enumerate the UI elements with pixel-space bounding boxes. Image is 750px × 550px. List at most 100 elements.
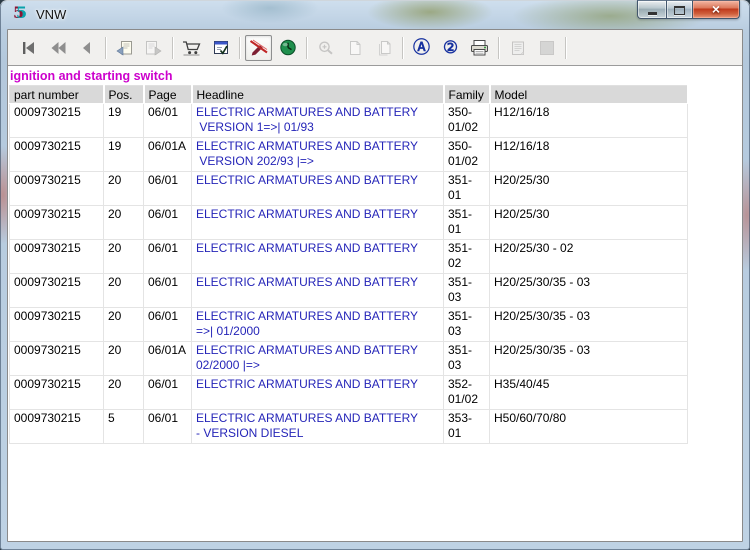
printer-icon bbox=[469, 39, 490, 56]
part-number-cell: 0009730215 bbox=[9, 409, 104, 444]
printer-button[interactable] bbox=[466, 35, 493, 61]
circled-2-button[interactable]: ② bbox=[437, 35, 464, 61]
zoom-in-button bbox=[312, 35, 339, 61]
table-row: 0009730215 20 06/01 ELECTRIC ARMATURES AND … bbox=[9, 273, 688, 308]
part-number-cell: 0009730215 bbox=[9, 137, 104, 172]
part-number-cell: 0009730215 bbox=[9, 103, 104, 138]
stop-square-button bbox=[533, 35, 560, 61]
app-window: VNW × Ⓐ ② ignition and starting switch bbox=[0, 0, 750, 550]
section-title: ignition and starting switch bbox=[10, 69, 173, 83]
order-form-button[interactable] bbox=[207, 35, 234, 61]
go-previous-fast-icon bbox=[49, 40, 67, 56]
document-back-icon bbox=[115, 40, 134, 56]
client-area: Ⓐ ② ignition and starting switch part num… bbox=[7, 29, 743, 542]
results-table: part number Pos. Page Headline Family Mo… bbox=[9, 85, 689, 444]
headline-link[interactable]: ELECTRIC ARMATURES AND BATTERY bbox=[191, 171, 444, 206]
table-row: 0009730215 20 06/01 ELECTRIC ARMATURES AND … bbox=[9, 239, 688, 274]
family-cell: 351-01 bbox=[443, 171, 490, 206]
column-header-pos: Pos. bbox=[103, 85, 145, 104]
toolbar-separator bbox=[105, 36, 106, 59]
document-forward-icon bbox=[144, 40, 163, 56]
go-previous-fast-button[interactable] bbox=[44, 35, 71, 61]
caption-buttons: × bbox=[637, 0, 740, 19]
table-row: 0009730215 20 06/01 ELECTRIC ARMATURES AND … bbox=[9, 171, 688, 206]
maximize-button[interactable] bbox=[666, 0, 693, 19]
titlebar[interactable]: VNW × bbox=[7, 0, 743, 29]
minimize-button[interactable] bbox=[637, 0, 666, 19]
toolbar-separator bbox=[565, 36, 566, 59]
document-back-button[interactable] bbox=[111, 35, 138, 61]
page-blank-button bbox=[341, 35, 368, 61]
close-button[interactable]: × bbox=[693, 0, 740, 19]
page-cell: 06/01 bbox=[143, 171, 192, 206]
no-edit-pen-button[interactable] bbox=[245, 34, 272, 61]
page-cell: 06/01A bbox=[143, 137, 192, 172]
model-cell: H20/25/30 - 02 bbox=[489, 239, 688, 274]
toolbar-separator bbox=[306, 36, 307, 59]
go-first-icon bbox=[20, 40, 38, 56]
model-cell: H20/25/30/35 - 03 bbox=[489, 341, 688, 376]
headline-link[interactable]: ELECTRIC ARMATURES AND BATTERY VERSION 2… bbox=[191, 137, 444, 172]
page-cell: 06/01 bbox=[143, 273, 192, 308]
family-cell: 351-01 bbox=[443, 205, 490, 240]
circled-a-button[interactable]: Ⓐ bbox=[408, 35, 435, 61]
family-cell: 351-03 bbox=[443, 307, 490, 342]
family-cell: 352-01/02 bbox=[443, 375, 490, 410]
notepad-icon bbox=[509, 40, 527, 56]
minimize-icon bbox=[647, 11, 657, 15]
pos-cell: 20 bbox=[103, 205, 144, 240]
page-copy-button bbox=[370, 35, 397, 61]
circled-a-icon: Ⓐ bbox=[413, 38, 430, 57]
model-cell: H50/60/70/80 bbox=[489, 409, 688, 444]
pos-cell: 20 bbox=[103, 171, 144, 206]
pos-cell: 20 bbox=[103, 307, 144, 342]
headline-link[interactable]: ELECTRIC ARMATURES AND BATTERY bbox=[191, 205, 444, 240]
pos-cell: 20 bbox=[103, 375, 144, 410]
model-cell: H12/16/18 bbox=[489, 137, 688, 172]
go-previous-button[interactable] bbox=[73, 35, 100, 61]
order-form-icon bbox=[212, 39, 230, 56]
vnw-5-logo-icon bbox=[13, 3, 30, 23]
page-blank-icon bbox=[346, 40, 364, 56]
pos-cell: 19 bbox=[103, 103, 144, 138]
column-header-page: Page bbox=[143, 85, 193, 104]
page-cell: 06/01 bbox=[143, 375, 192, 410]
part-number-cell: 0009730215 bbox=[9, 205, 104, 240]
column-header-part-number: part number bbox=[9, 85, 105, 104]
stop-square-icon bbox=[538, 40, 556, 56]
toolbar-separator bbox=[239, 36, 240, 59]
headline-link[interactable]: ELECTRIC ARMATURES AND BATTERY VERSION 1… bbox=[191, 103, 444, 138]
globe-clock-button[interactable] bbox=[274, 35, 301, 61]
results-table-body: 0009730215 19 06/01 ELECTRIC ARMATURES AND … bbox=[9, 103, 688, 444]
page-cell: 06/01 bbox=[143, 239, 192, 274]
model-cell: H35/40/45 bbox=[489, 375, 688, 410]
notepad-button bbox=[504, 35, 531, 61]
pos-cell: 20 bbox=[103, 239, 144, 274]
headline-link[interactable]: ELECTRIC ARMATURES AND BATTERY bbox=[191, 273, 444, 308]
part-number-cell: 0009730215 bbox=[9, 273, 104, 308]
globe-clock-icon bbox=[279, 39, 297, 56]
shopping-cart-button[interactable] bbox=[178, 35, 205, 61]
headline-link[interactable]: ELECTRIC ARMATURES AND BATTERY bbox=[191, 239, 444, 274]
pos-cell: 20 bbox=[103, 273, 144, 308]
column-header-family: Family bbox=[443, 85, 491, 104]
toolbar-separator bbox=[172, 36, 173, 59]
family-cell: 353-01 bbox=[443, 409, 490, 444]
zoom-in-icon bbox=[317, 40, 335, 56]
maximize-icon bbox=[674, 5, 685, 15]
page-copy-icon bbox=[375, 40, 393, 56]
column-header-model: Model bbox=[489, 85, 689, 104]
headline-link[interactable]: ELECTRIC ARMATURES AND BATTERY bbox=[191, 375, 444, 410]
model-cell: H20/25/30 bbox=[489, 171, 688, 206]
go-first-button[interactable] bbox=[15, 35, 42, 61]
document-forward-button bbox=[140, 35, 167, 61]
page-cell: 06/01 bbox=[143, 103, 192, 138]
table-row: 0009730215 20 06/01 ELECTRIC ARMATURES AND … bbox=[9, 307, 688, 342]
pos-cell: 20 bbox=[103, 341, 144, 376]
headline-link[interactable]: ELECTRIC ARMATURES AND BATTERY 02/2000 |… bbox=[191, 341, 444, 376]
content-area: ignition and starting switch part number… bbox=[8, 65, 742, 541]
headline-link[interactable]: ELECTRIC ARMATURES AND BATTERY - VERSION… bbox=[191, 409, 444, 444]
headline-link[interactable]: ELECTRIC ARMATURES AND BATTERY =>| 01/20… bbox=[191, 307, 444, 342]
toolbar-separator bbox=[402, 36, 403, 59]
model-cell: H20/25/30 bbox=[489, 205, 688, 240]
